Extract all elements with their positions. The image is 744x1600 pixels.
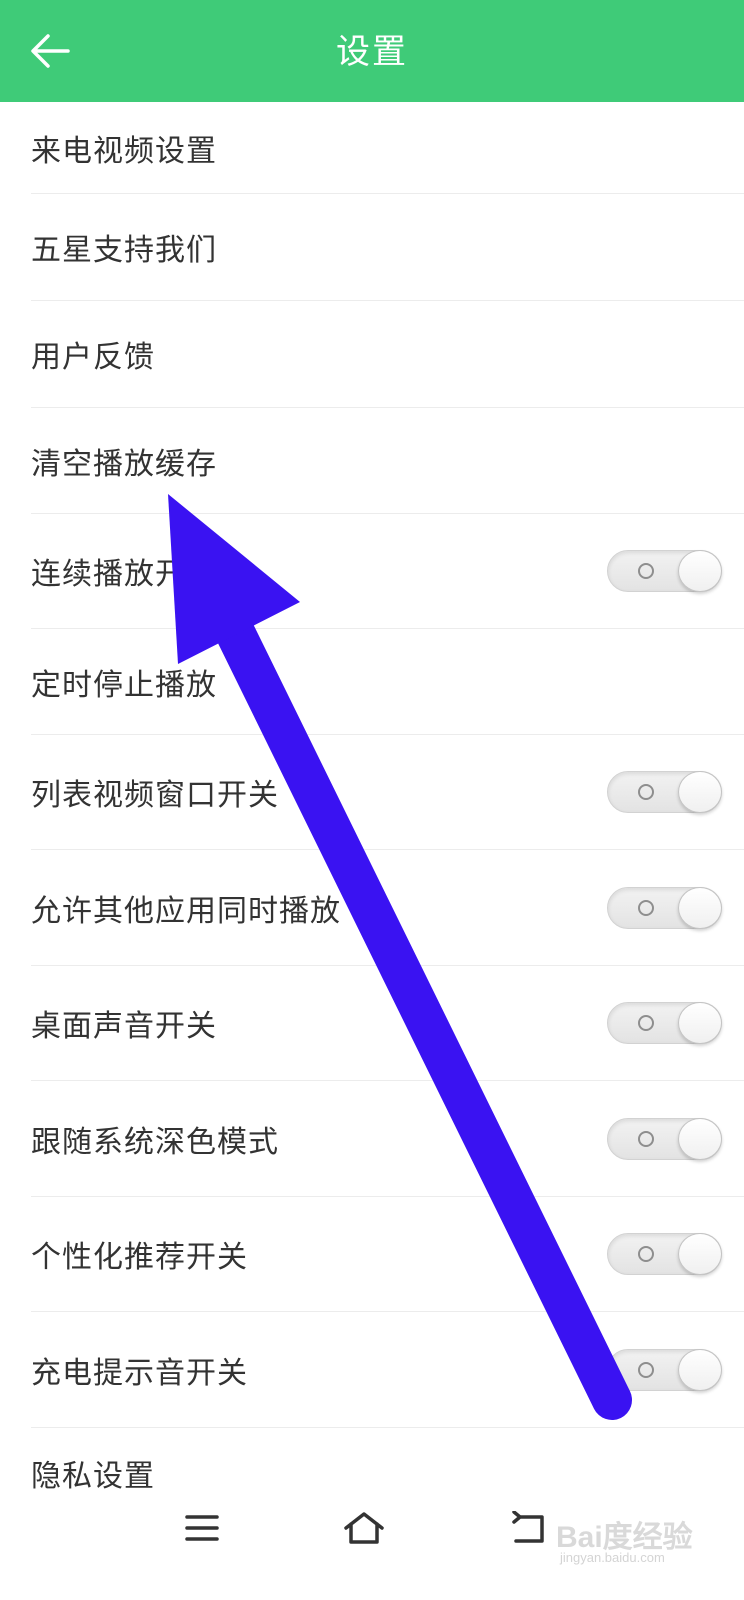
home-icon [344, 1512, 384, 1544]
toggle-knob [678, 550, 722, 592]
toggle-switch[interactable] [607, 1348, 722, 1391]
toggle-off-indicator-icon [638, 1246, 654, 1262]
toggle-switch[interactable] [607, 886, 722, 929]
settings-row-label: 连续播放开关 [31, 557, 217, 592]
toggle-switch[interactable] [607, 771, 722, 813]
toggle-knob [678, 1117, 722, 1160]
toggle-off-indicator-icon [638, 1130, 654, 1147]
menu-button[interactable] [172, 1506, 232, 1550]
settings-row-label: 用户反馈 [31, 340, 155, 375]
app-header: 设置 [0, 0, 744, 102]
settings-row[interactable]: 清空播放缓存 [31, 408, 744, 514]
toggle-knob [678, 1002, 722, 1044]
settings-row[interactable]: 用户反馈 [31, 301, 744, 408]
settings-row[interactable]: 定时停止播放 [31, 629, 744, 735]
settings-row[interactable]: 列表视频窗口开关 [31, 735, 744, 850]
toggle-knob [678, 771, 722, 813]
watermark: Bai度经验 jingyan.baidu.com [556, 1512, 736, 1572]
toggle-switch[interactable] [607, 550, 722, 592]
home-button[interactable] [334, 1506, 394, 1550]
watermark-url: jingyan.baidu.com [560, 1550, 665, 1565]
toggle-off-indicator-icon [638, 563, 654, 579]
settings-row[interactable]: 允许其他应用同时播放 [31, 850, 744, 966]
menu-icon [185, 1515, 219, 1541]
settings-row-label: 列表视频窗口开关 [31, 778, 279, 813]
toggle-switch[interactable] [607, 1117, 722, 1160]
settings-row-label: 来电视频设置 [31, 133, 217, 169]
back-nav-button[interactable] [498, 1506, 558, 1550]
toggle-knob [678, 1348, 722, 1391]
page-title: 设置 [336, 32, 408, 72]
settings-row-label: 定时停止播放 [31, 667, 217, 703]
settings-row-label: 允许其他应用同时播放 [31, 893, 341, 929]
toggle-knob [678, 1233, 722, 1275]
settings-row[interactable]: 来电视频设置 [31, 102, 744, 194]
settings-row[interactable]: 五星支持我们 [31, 194, 744, 301]
back-icon [512, 1511, 544, 1543]
toggle-switch[interactable] [607, 1002, 722, 1044]
settings-row[interactable]: 个性化推荐开关 [31, 1197, 744, 1312]
toggle-off-indicator-icon [638, 1015, 654, 1031]
settings-row[interactable]: 充电提示音开关 [31, 1312, 744, 1428]
settings-row[interactable]: 连续播放开关 [31, 514, 744, 629]
settings-row[interactable]: 桌面声音开关 [31, 966, 744, 1081]
toggle-off-indicator-icon [638, 784, 654, 800]
toggle-off-indicator-icon [638, 1361, 654, 1378]
settings-row-label: 清空播放缓存 [31, 446, 217, 482]
settings-row[interactable]: 跟随系统深色模式 [31, 1081, 744, 1197]
toggle-off-indicator-icon [638, 899, 654, 916]
toggle-switch[interactable] [607, 1233, 722, 1275]
toggle-knob [678, 886, 722, 929]
settings-row-label: 桌面声音开关 [31, 1009, 217, 1044]
settings-row-label: 五星支持我们 [31, 233, 217, 268]
settings-row-label: 充电提示音开关 [31, 1355, 248, 1391]
settings-row-label: 个性化推荐开关 [31, 1240, 248, 1275]
settings-list: 来电视频设置 五星支持我们 用户反馈清空播放缓存 连续播放开关 定时停止播放列表视频窗口… [0, 102, 744, 1518]
settings-row-label: 跟随系统深色模式 [31, 1124, 279, 1160]
